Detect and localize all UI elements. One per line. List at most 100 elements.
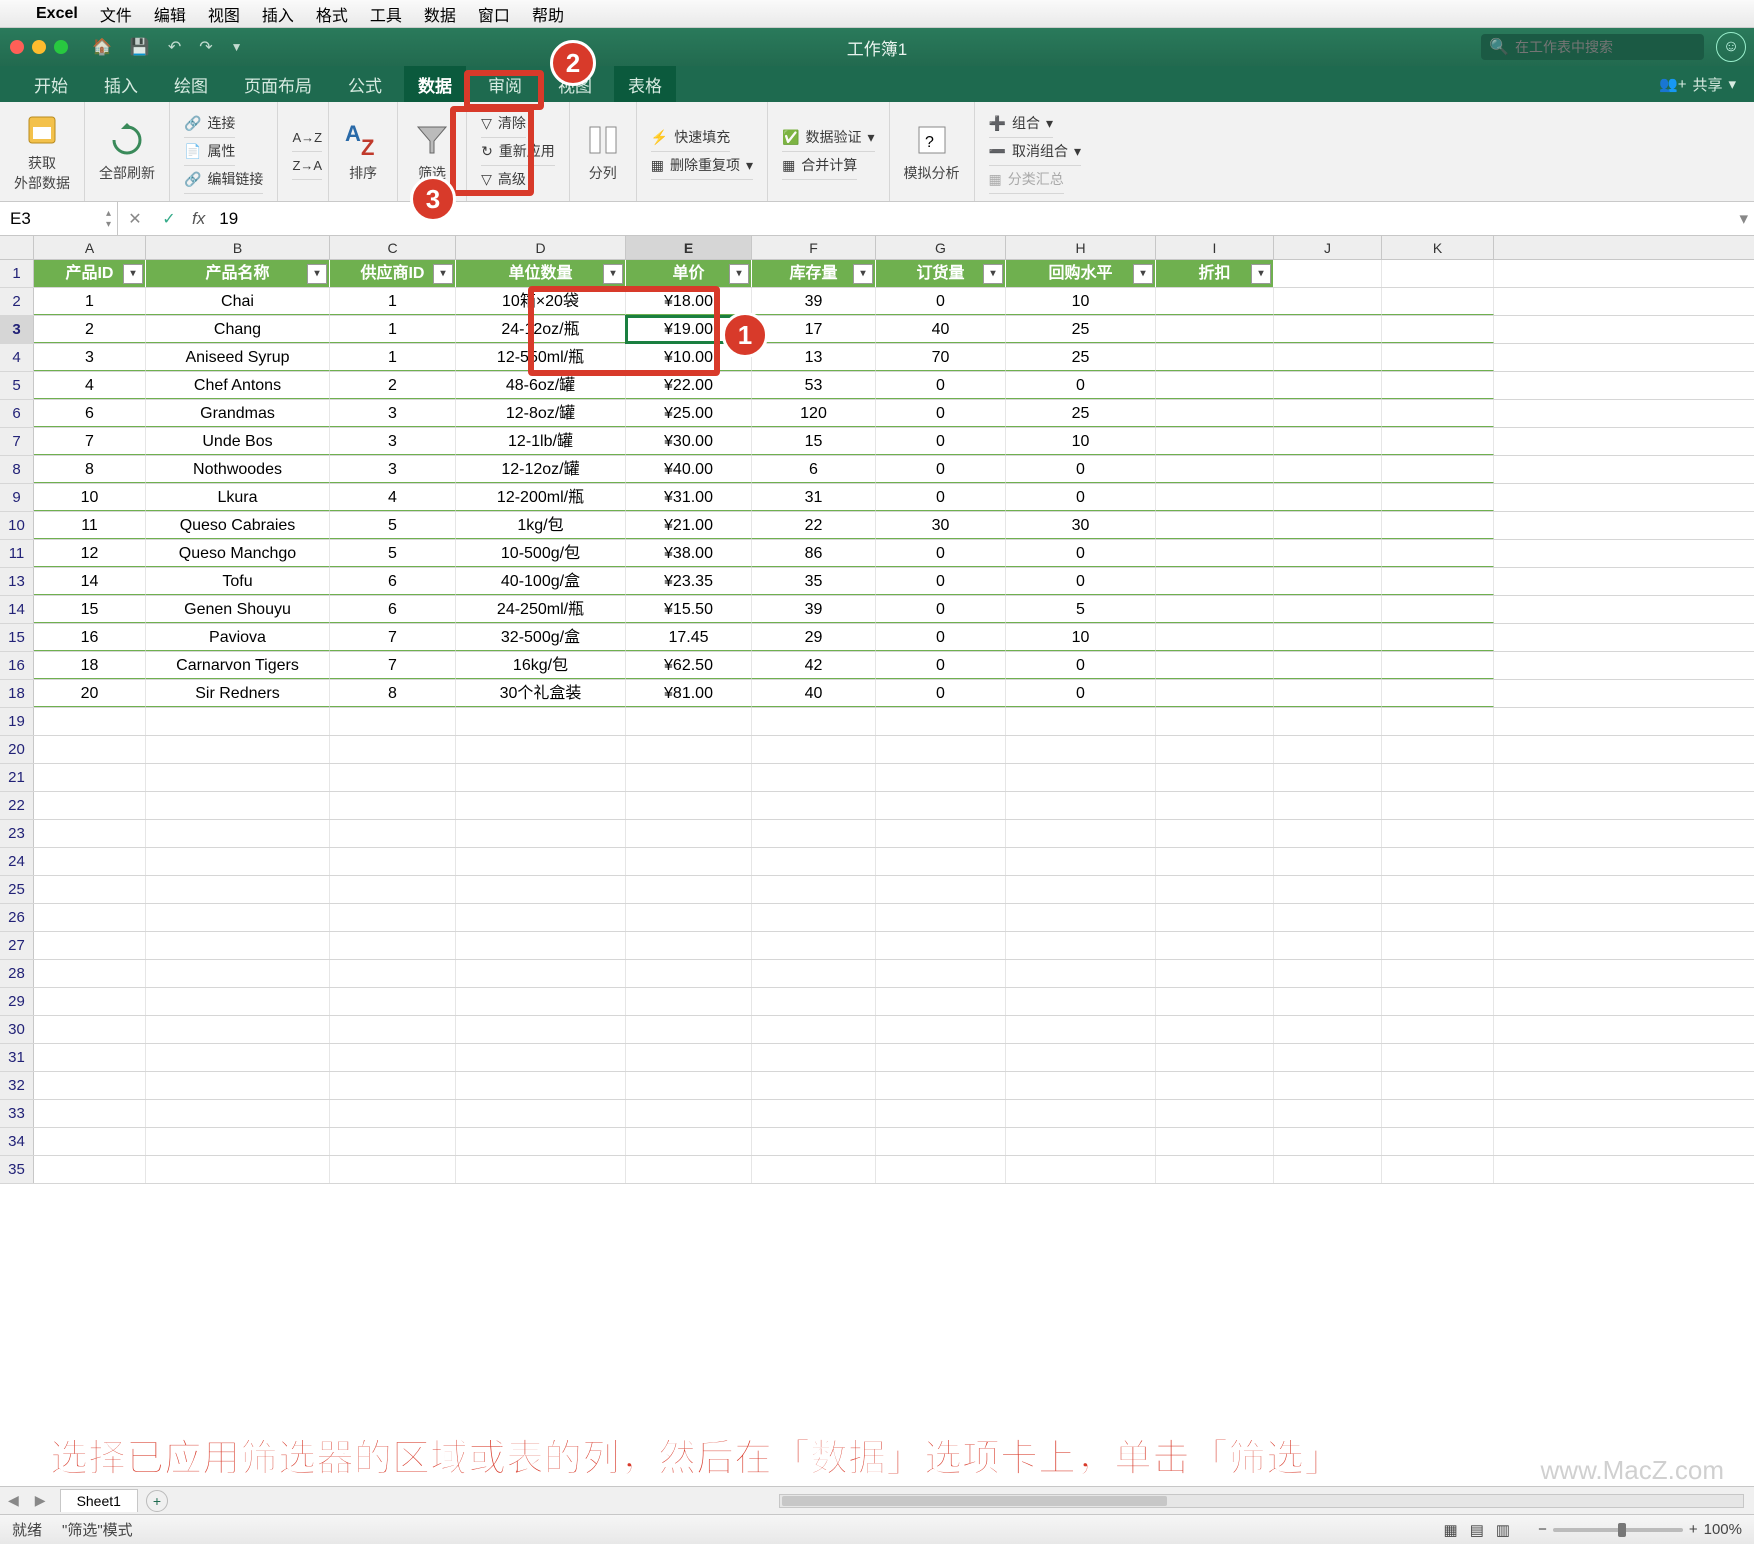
- cell[interactable]: 25: [1006, 344, 1156, 371]
- cell[interactable]: 14: [34, 568, 146, 595]
- cell[interactable]: [1274, 680, 1382, 707]
- col-H[interactable]: H: [1006, 236, 1156, 259]
- col-K[interactable]: K: [1382, 236, 1494, 259]
- zoom-slider[interactable]: − + 100%: [1538, 1521, 1742, 1538]
- cell[interactable]: [1382, 1156, 1494, 1183]
- cell[interactable]: [146, 792, 330, 819]
- cell[interactable]: [876, 1100, 1006, 1127]
- cell[interactable]: [330, 1100, 456, 1127]
- row-hdr[interactable]: 10: [0, 512, 34, 539]
- cell[interactable]: [34, 848, 146, 875]
- cell[interactable]: 0: [876, 484, 1006, 511]
- cell[interactable]: ¥62.50: [626, 652, 752, 679]
- cell[interactable]: 7: [330, 624, 456, 651]
- cell[interactable]: 120: [752, 400, 876, 427]
- cell[interactable]: [752, 876, 876, 903]
- cell[interactable]: [1382, 1128, 1494, 1155]
- cell[interactable]: [1274, 484, 1382, 511]
- cell[interactable]: 13: [752, 344, 876, 371]
- sheet-tab-1[interactable]: Sheet1: [60, 1489, 138, 1512]
- cell[interactable]: [330, 904, 456, 931]
- cell[interactable]: 3: [330, 428, 456, 455]
- ribbon-remove-dups[interactable]: ▦ 删除重复项 ▾: [651, 152, 753, 180]
- row-hdr[interactable]: 6: [0, 400, 34, 427]
- cell[interactable]: [626, 1072, 752, 1099]
- view-layout-icon[interactable]: ▤: [1470, 1521, 1484, 1539]
- row-hdr[interactable]: 13: [0, 568, 34, 595]
- cell[interactable]: [34, 1016, 146, 1043]
- cell[interactable]: [1006, 764, 1156, 791]
- app-name[interactable]: Excel: [36, 5, 78, 23]
- undo-icon[interactable]: ↶: [168, 37, 181, 57]
- cell[interactable]: [1156, 652, 1274, 679]
- cell[interactable]: [1156, 820, 1274, 847]
- cell[interactable]: [1274, 848, 1382, 875]
- cell[interactable]: 29: [752, 624, 876, 651]
- cell[interactable]: [1156, 1156, 1274, 1183]
- cell[interactable]: [1006, 904, 1156, 931]
- cell[interactable]: [146, 1072, 330, 1099]
- row-hdr[interactable]: 24: [0, 848, 34, 875]
- cell[interactable]: [876, 1128, 1006, 1155]
- cell[interactable]: 0: [876, 400, 1006, 427]
- cell[interactable]: [752, 708, 876, 735]
- cell[interactable]: [1274, 372, 1382, 399]
- cell[interactable]: [456, 764, 626, 791]
- cell[interactable]: [1156, 372, 1274, 399]
- cell[interactable]: [876, 736, 1006, 763]
- table-header[interactable]: 产品ID▾: [34, 260, 146, 287]
- cell[interactable]: ¥22.00: [626, 372, 752, 399]
- row-hdr[interactable]: 21: [0, 764, 34, 791]
- ribbon-text-to-columns[interactable]: 分列: [570, 102, 637, 201]
- ribbon-refresh[interactable]: 全部刷新: [85, 102, 170, 201]
- cell[interactable]: 0: [876, 372, 1006, 399]
- cell[interactable]: 1kg/包: [456, 512, 626, 539]
- row-hdr[interactable]: 8: [0, 456, 34, 483]
- cell[interactable]: [1274, 428, 1382, 455]
- cell[interactable]: 17: [752, 316, 876, 343]
- cell[interactable]: 0: [1006, 680, 1156, 707]
- ribbon-whatif[interactable]: ? 模拟分析: [890, 102, 975, 201]
- cell[interactable]: ¥38.00: [626, 540, 752, 567]
- cell[interactable]: [456, 820, 626, 847]
- share-button[interactable]: 👥+ 共享 ▾: [1659, 74, 1736, 95]
- cell[interactable]: 1: [330, 316, 456, 343]
- cell[interactable]: [1006, 848, 1156, 875]
- cell[interactable]: [456, 792, 626, 819]
- cell[interactable]: [752, 820, 876, 847]
- cell[interactable]: 10: [1006, 624, 1156, 651]
- qat-dropdown-icon[interactable]: ▼: [231, 40, 243, 54]
- cell[interactable]: Lkura: [146, 484, 330, 511]
- ribbon-flash-fill[interactable]: ⚡ 快速填充: [651, 124, 730, 152]
- cell[interactable]: [146, 932, 330, 959]
- col-J[interactable]: J: [1274, 236, 1382, 259]
- cell[interactable]: [34, 932, 146, 959]
- cell[interactable]: 0: [876, 680, 1006, 707]
- cell[interactable]: [34, 904, 146, 931]
- sheet-nav-next-icon[interactable]: ▶: [27, 1492, 54, 1509]
- cell[interactable]: 20: [34, 680, 146, 707]
- cell[interactable]: 17.45: [626, 624, 752, 651]
- table-header[interactable]: 订货量▾: [876, 260, 1006, 287]
- cell[interactable]: [1382, 960, 1494, 987]
- menu-tools[interactable]: 工具: [370, 2, 402, 26]
- cell[interactable]: [626, 848, 752, 875]
- expand-formula-bar-icon[interactable]: ▾: [1739, 209, 1748, 229]
- add-sheet-button[interactable]: +: [146, 1490, 168, 1512]
- cell[interactable]: [146, 876, 330, 903]
- cell[interactable]: [330, 1044, 456, 1071]
- minimize-window-button[interactable]: [32, 40, 46, 54]
- ribbon-sort-az[interactable]: A→Z: [292, 124, 322, 152]
- cell[interactable]: [626, 736, 752, 763]
- cell[interactable]: Unde Bos: [146, 428, 330, 455]
- cell[interactable]: [34, 876, 146, 903]
- cell[interactable]: [1274, 568, 1382, 595]
- cell[interactable]: [1156, 568, 1274, 595]
- cell[interactable]: [752, 960, 876, 987]
- ribbon-sort-za[interactable]: Z→A: [292, 152, 322, 180]
- menu-window[interactable]: 窗口: [478, 2, 510, 26]
- cell[interactable]: [1274, 988, 1382, 1015]
- cell[interactable]: 8: [330, 680, 456, 707]
- cell[interactable]: [1382, 876, 1494, 903]
- cell[interactable]: 31: [752, 484, 876, 511]
